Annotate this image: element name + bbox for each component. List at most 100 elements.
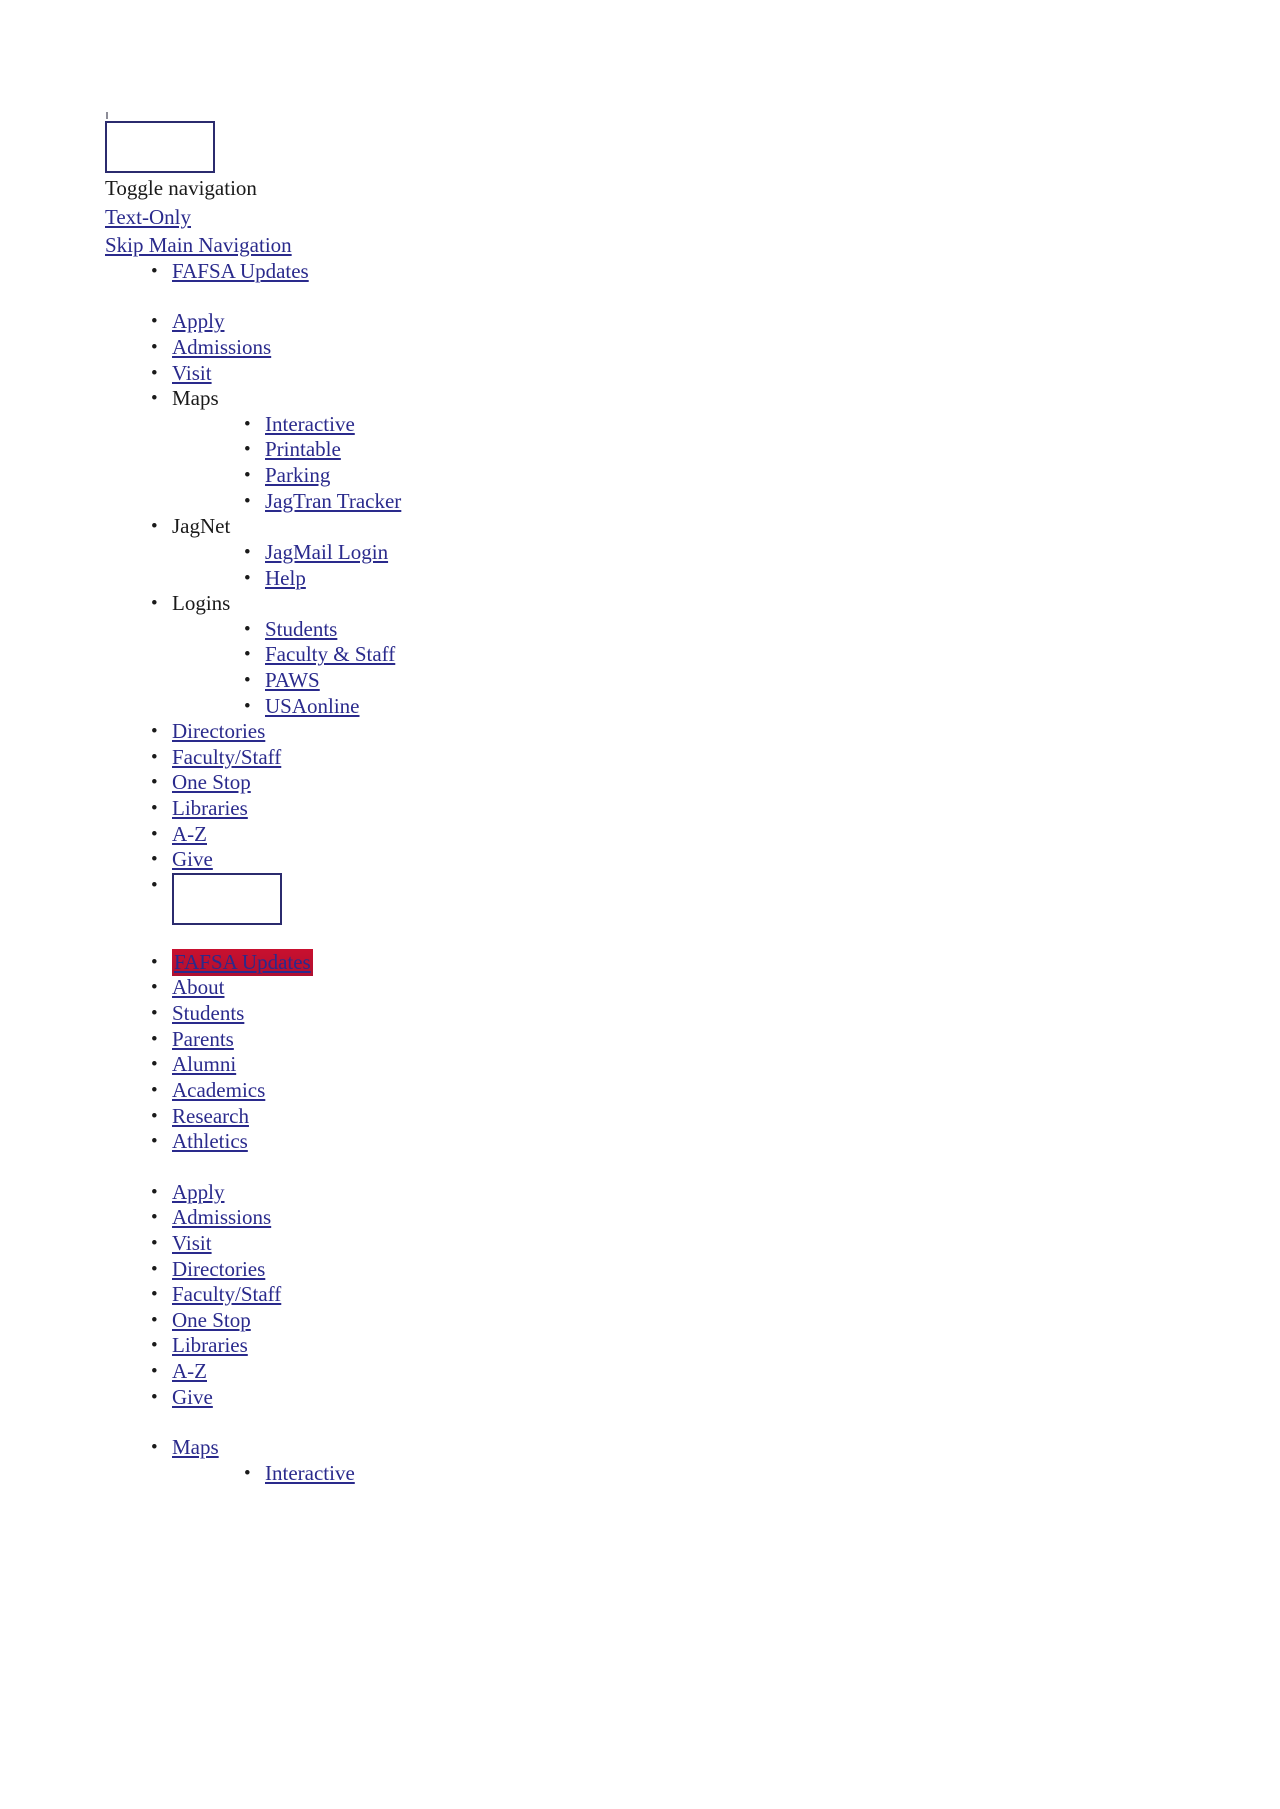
- list-item[interactable]: Parking: [238, 463, 1105, 489]
- list-item[interactable]: Give: [145, 1385, 1105, 1411]
- site-logo-placeholder[interactable]: [105, 121, 215, 173]
- logins-submenu-item-usaonline[interactable]: USAonline: [265, 694, 360, 718]
- list-item[interactable]: Admissions: [145, 1205, 1105, 1231]
- list-item[interactable]: Printable: [238, 437, 1105, 463]
- list-item[interactable]: Faculty & Staff: [238, 642, 1105, 668]
- footer-nav-item-directories[interactable]: Directories: [172, 1257, 265, 1281]
- audience-nav: FAFSA Updates About Students Parents Alu…: [145, 948, 1105, 1155]
- page-content: Toggle navigation Text-Only Skip Main Na…: [105, 112, 1105, 1486]
- text-only-link[interactable]: Text-Only: [105, 205, 191, 229]
- list-item[interactable]: Academics: [145, 1078, 1105, 1104]
- list-item[interactable]: Alumni: [145, 1052, 1105, 1078]
- footer-nav-item-give[interactable]: Give: [172, 1385, 213, 1409]
- list-item[interactable]: Students: [238, 617, 1105, 643]
- footer-nav-item-faculty-staff[interactable]: Faculty/Staff: [172, 1282, 281, 1306]
- list-item[interactable]: A-Z: [145, 822, 1105, 848]
- maps-submenu-item-interactive[interactable]: Interactive: [265, 412, 355, 436]
- list-item[interactable]: Directories: [145, 719, 1105, 745]
- audience-nav-item-research[interactable]: Research: [172, 1104, 249, 1128]
- primary-nav-item-visit[interactable]: Visit: [172, 361, 212, 385]
- audience-nav-item-about[interactable]: About: [172, 975, 225, 999]
- audience-nav-item-athletics[interactable]: Athletics: [172, 1129, 248, 1153]
- list-item[interactable]: Apply: [145, 309, 1105, 335]
- maps-submenu-item-printable[interactable]: Printable: [265, 437, 341, 461]
- list-item: JagNet JagMail Login Help: [145, 514, 1105, 591]
- footer-nav-item-admissions[interactable]: Admissions: [172, 1205, 271, 1229]
- list-item[interactable]: FAFSA Updates: [145, 259, 1105, 285]
- list-item[interactable]: A-Z: [145, 1359, 1105, 1385]
- audience-nav-item-students[interactable]: Students: [172, 1001, 244, 1025]
- list-item[interactable]: About: [145, 975, 1105, 1001]
- footer-nav-item-libraries[interactable]: Libraries: [172, 1333, 248, 1357]
- primary-nav-item-give[interactable]: Give: [172, 847, 213, 871]
- text-only-page: Toggle navigation Text-Only Skip Main Na…: [0, 0, 1280, 1809]
- list-item[interactable]: JagTran Tracker: [238, 489, 1105, 515]
- logins-submenu-item-students[interactable]: Students: [265, 617, 337, 641]
- footer-nav: Apply Admissions Visit Directories Facul…: [145, 1180, 1105, 1410]
- footer-nav-item-visit[interactable]: Visit: [172, 1231, 212, 1255]
- list-item[interactable]: Libraries: [145, 796, 1105, 822]
- list-item[interactable]: Libraries: [145, 1333, 1105, 1359]
- jagnet-submenu-item-help[interactable]: Help: [265, 566, 306, 590]
- list-item[interactable]: Maps Interactive: [145, 1435, 1105, 1486]
- list-item[interactable]: Directories: [145, 1257, 1105, 1283]
- primary-nav-item-faculty-staff[interactable]: Faculty/Staff: [172, 745, 281, 769]
- list-item[interactable]: Visit: [145, 1231, 1105, 1257]
- list-item[interactable]: Admissions: [145, 335, 1105, 361]
- jagnet-submenu-item-jagmail-login[interactable]: JagMail Login: [265, 540, 388, 564]
- footer-nav-item-one-stop[interactable]: One Stop: [172, 1308, 251, 1332]
- primary-nav-item-directories[interactable]: Directories: [172, 719, 265, 743]
- list-item[interactable]: USAonline: [238, 694, 1105, 720]
- primary-nav-item-libraries[interactable]: Libraries: [172, 796, 248, 820]
- maps-nav-submenu: Interactive: [238, 1461, 1105, 1487]
- list-item[interactable]: Interactive: [238, 1461, 1105, 1487]
- list-item[interactable]: Students: [145, 1001, 1105, 1027]
- audience-nav-item-fafsa-updates[interactable]: FAFSA Updates: [172, 948, 313, 976]
- list-item[interactable]: Athletics: [145, 1129, 1105, 1155]
- audience-nav-item-parents[interactable]: Parents: [172, 1027, 234, 1051]
- list-item: Maps Interactive Printable Parking JagTr…: [145, 386, 1105, 514]
- audience-nav-item-alumni[interactable]: Alumni: [172, 1052, 236, 1076]
- search-input[interactable]: [172, 872, 282, 925]
- maps-submenu: Interactive Printable Parking JagTran Tr…: [238, 412, 1105, 514]
- primary-nav-item-one-stop[interactable]: One Stop: [172, 770, 251, 794]
- jagnet-submenu: JagMail Login Help: [238, 540, 1105, 591]
- list-item[interactable]: Faculty/Staff: [145, 745, 1105, 771]
- footer-nav-item-a-z[interactable]: A-Z: [172, 1359, 207, 1383]
- list-item[interactable]: Research: [145, 1104, 1105, 1130]
- list-item[interactable]: Visit: [145, 361, 1105, 387]
- list-item[interactable]: Apply: [145, 1180, 1105, 1206]
- list-item[interactable]: Give: [145, 847, 1105, 873]
- logins-submenu-item-faculty-staff[interactable]: Faculty & Staff: [265, 642, 395, 666]
- list-item[interactable]: PAWS: [238, 668, 1105, 694]
- list-item[interactable]: One Stop: [145, 1308, 1105, 1334]
- footer-nav-item-apply[interactable]: Apply: [172, 1180, 225, 1204]
- list-item[interactable]: One Stop: [145, 770, 1105, 796]
- primary-nav-item-a-z[interactable]: A-Z: [172, 822, 207, 846]
- list-item[interactable]: Parents: [145, 1027, 1105, 1053]
- logins-submenu-item-paws[interactable]: PAWS: [265, 668, 320, 692]
- maps-nav-item-maps[interactable]: Maps: [172, 1435, 219, 1459]
- maps-submenu-item-parking[interactable]: Parking: [265, 463, 330, 487]
- list-item-search[interactable]: [145, 872, 1105, 925]
- utility-nav-item-fafsa-updates[interactable]: FAFSA Updates: [172, 259, 309, 283]
- list-item: Logins Students Faculty & Staff PAWS USA…: [145, 591, 1105, 719]
- primary-nav: Apply Admissions Visit Maps Interactive …: [145, 309, 1105, 925]
- utility-nav: FAFSA Updates: [145, 259, 1105, 285]
- maps-submenu-item-jagtran-tracker[interactable]: JagTran Tracker: [265, 489, 401, 513]
- maps-nav: Maps Interactive: [145, 1435, 1105, 1486]
- list-item[interactable]: Help: [238, 566, 1105, 592]
- list-item[interactable]: JagMail Login: [238, 540, 1105, 566]
- list-item[interactable]: Faculty/Staff: [145, 1282, 1105, 1308]
- primary-nav-item-admissions[interactable]: Admissions: [172, 335, 271, 359]
- list-item[interactable]: FAFSA Updates: [145, 948, 1105, 976]
- skip-main-navigation-link[interactable]: Skip Main Navigation: [105, 233, 292, 257]
- logins-submenu: Students Faculty & Staff PAWS USAonline: [238, 617, 1105, 719]
- primary-nav-item-apply[interactable]: Apply: [172, 309, 225, 333]
- audience-nav-item-academics[interactable]: Academics: [172, 1078, 265, 1102]
- maps-nav-submenu-item-interactive[interactable]: Interactive: [265, 1461, 355, 1485]
- list-item[interactable]: Interactive: [238, 412, 1105, 438]
